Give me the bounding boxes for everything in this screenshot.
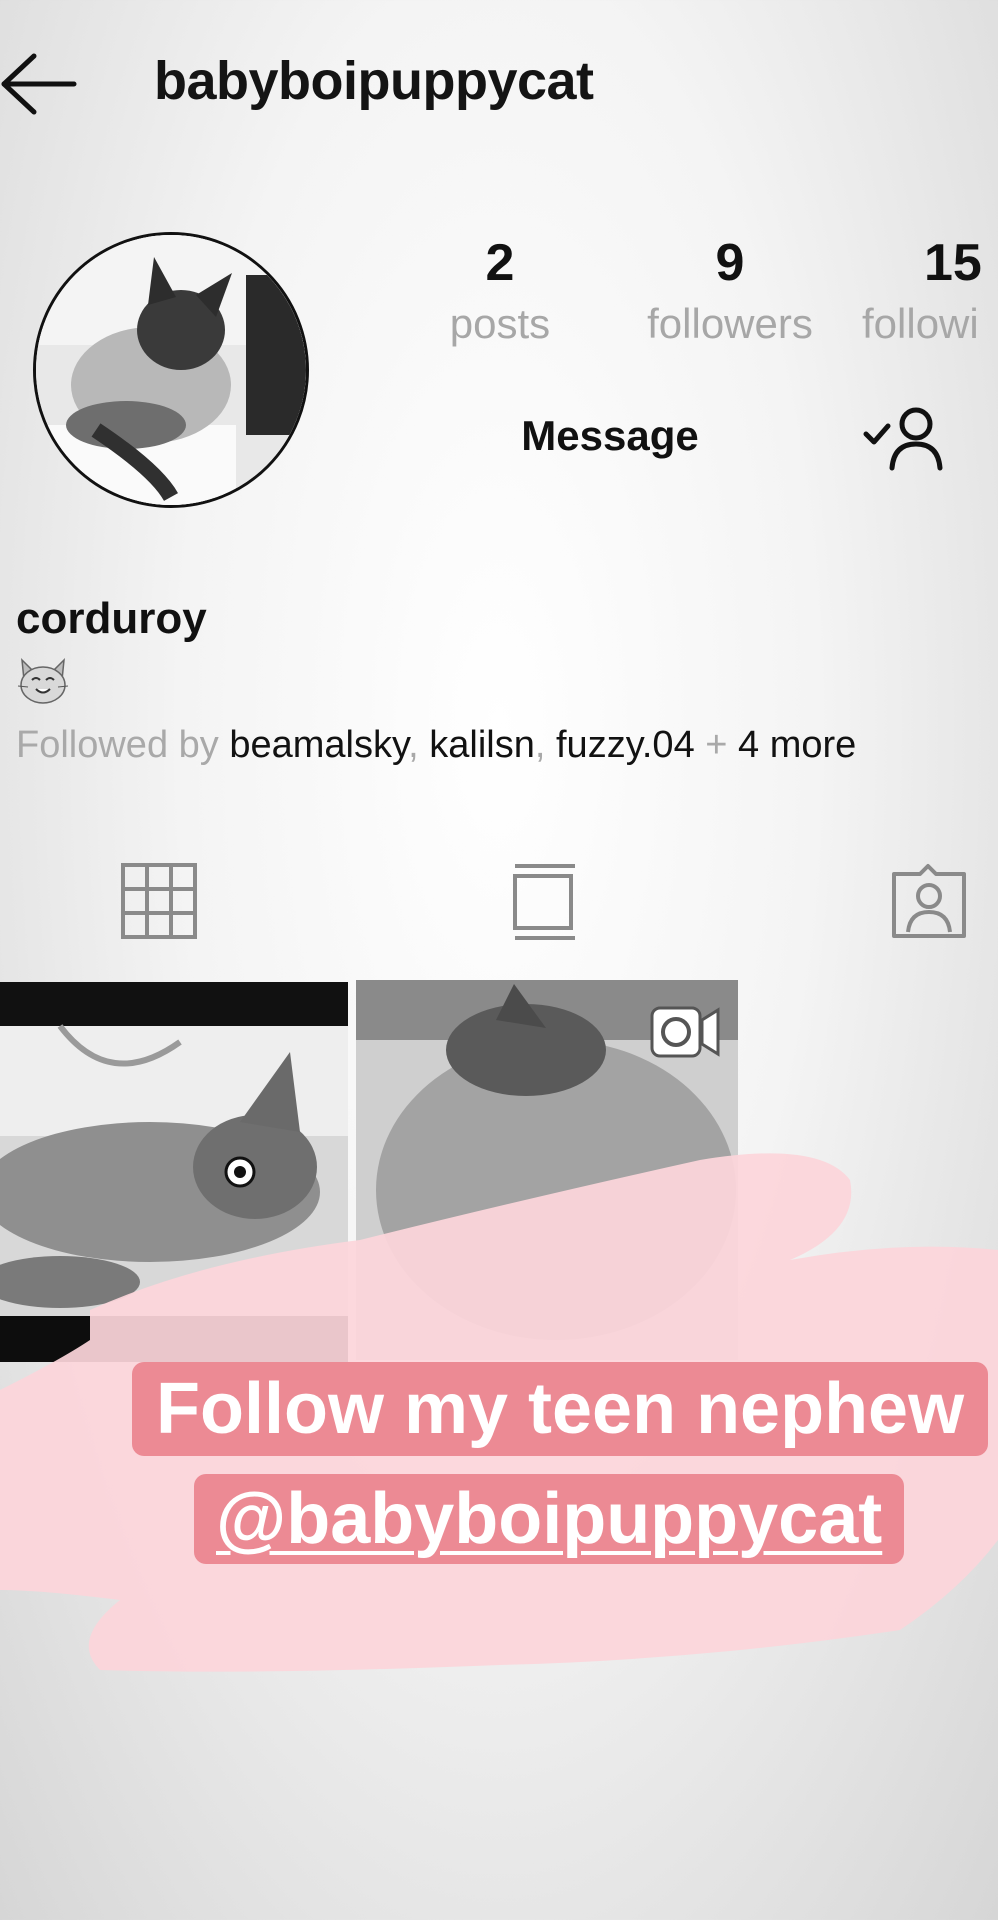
- followed-by-more-link[interactable]: 4 more: [738, 724, 856, 766]
- followers-count[interactable]: 9 followers: [630, 232, 830, 350]
- tagged-user-icon: [892, 864, 966, 938]
- message-button[interactable]: Message: [470, 406, 750, 466]
- following-count-value: 15: [924, 234, 982, 292]
- separator: ,: [534, 724, 556, 766]
- tab-tagged[interactable]: [890, 862, 970, 942]
- grid-icon: [121, 863, 197, 939]
- display-name: corduroy: [16, 594, 207, 643]
- posts-count-value: 2: [485, 234, 515, 292]
- back-button[interactable]: [0, 50, 80, 120]
- following-count[interactable]: 15 followi: [862, 232, 998, 350]
- following-status-button[interactable]: [862, 404, 946, 472]
- followed-by-user-link[interactable]: beamalsky: [229, 724, 408, 766]
- followed-by-text: Followed by beamalsky, kalilsn, fuzzy.04…: [16, 724, 856, 767]
- followers-count-label: followers: [647, 300, 813, 347]
- followed-by-prefix: Followed by: [16, 724, 230, 766]
- sticker-mention[interactable]: @babyboipuppycat: [194, 1474, 905, 1564]
- mention-link[interactable]: @babyboipuppycat: [216, 1479, 882, 1559]
- sticker-text-line: Follow my teen nephew: [132, 1362, 989, 1456]
- plus-separator: +: [694, 724, 739, 766]
- video-camera-icon: [650, 1006, 720, 1058]
- cat-face-icon: [16, 656, 70, 706]
- posts-count[interactable]: 2 posts: [430, 232, 570, 350]
- avatar[interactable]: [33, 232, 309, 508]
- arrow-left-icon: [1, 53, 77, 115]
- followers-count-value: 9: [715, 234, 745, 292]
- following-count-label: followi: [862, 300, 979, 347]
- tab-grid[interactable]: [120, 862, 200, 942]
- following-check-user-icon: [863, 407, 943, 471]
- posts-count-label: posts: [449, 300, 551, 347]
- feed-icon: [513, 864, 575, 940]
- followed-by-user-link[interactable]: fuzzy.04: [556, 724, 695, 766]
- profile-username: babyboipuppycat: [154, 51, 594, 111]
- cat-photo: [36, 235, 306, 505]
- separator: ,: [408, 724, 430, 766]
- tab-feed[interactable]: [505, 862, 585, 942]
- followed-by-user-link[interactable]: kalilsn: [429, 724, 535, 766]
